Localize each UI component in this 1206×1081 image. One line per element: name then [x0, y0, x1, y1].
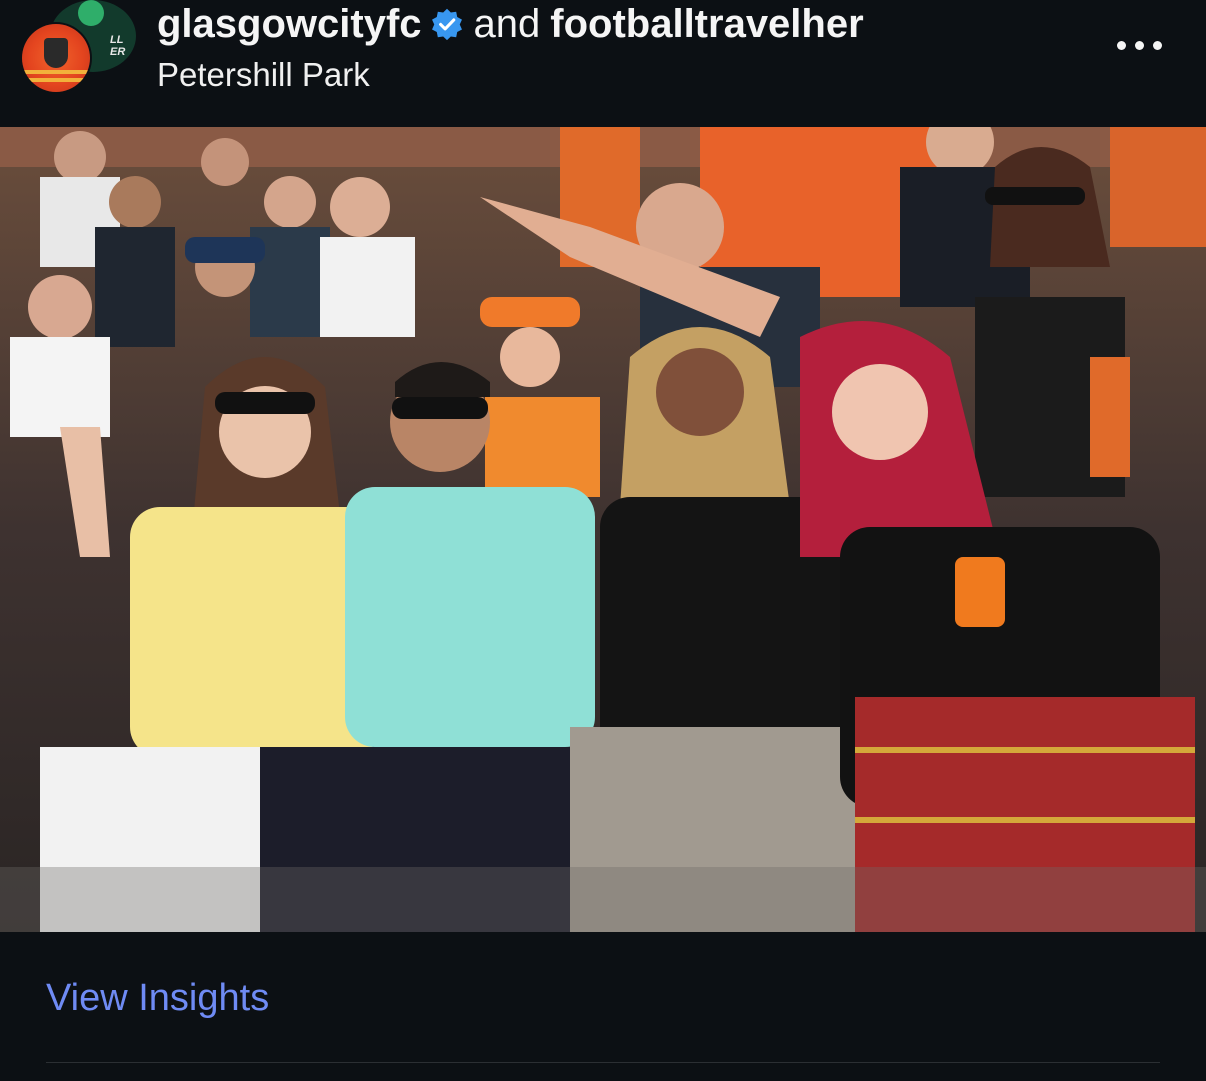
avatar-logo-letters: LL ER: [110, 34, 126, 58]
post-view: LL ER glasgowcityfc and footballtravelher …: [0, 0, 1206, 1081]
divider: [46, 1062, 1160, 1063]
more-horizontal-icon[interactable]: [1112, 28, 1168, 64]
author-secondary-link[interactable]: footballtravelher: [550, 2, 863, 46]
post-header: LL ER glasgowcityfc and footballtravelher …: [0, 0, 1206, 127]
author-conjunction: and: [473, 2, 541, 46]
location-link[interactable]: Petershill Park: [157, 56, 370, 94]
verified-badge-icon: [431, 8, 462, 41]
glasgowcityfc-avatar[interactable]: [20, 22, 92, 94]
crowd-photo-illustration: [0, 127, 1206, 932]
view-insights-link[interactable]: View Insights: [46, 976, 269, 1020]
club-crest-logo: [22, 24, 90, 92]
author-primary-link[interactable]: glasgowcityfc: [157, 2, 422, 46]
post-photo[interactable]: [0, 127, 1206, 932]
globe-icon: [78, 0, 104, 26]
collab-avatars[interactable]: LL ER: [20, 0, 136, 100]
post-authors: glasgowcityfc and footballtravelher: [157, 2, 864, 46]
